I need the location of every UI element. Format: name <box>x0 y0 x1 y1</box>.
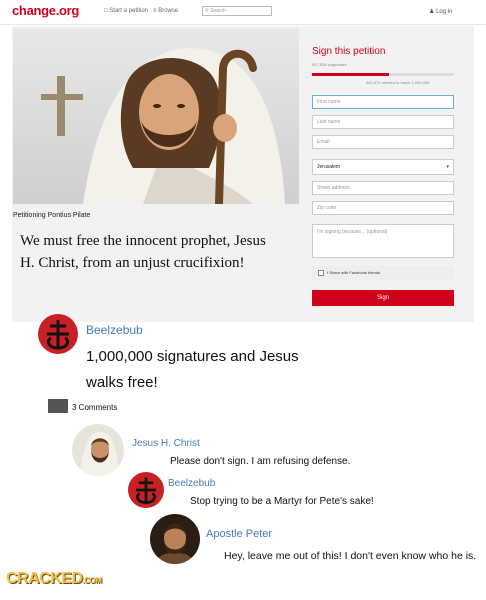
comment-author-beelzebub[interactable]: Beelzebub <box>168 478 215 489</box>
sigil-icon <box>46 320 70 350</box>
signature-progress-fill <box>312 73 389 76</box>
jesus-avatar <box>72 424 124 476</box>
city-select[interactable]: Jerusalem ▾ <box>312 159 454 175</box>
facebook-share-option[interactable]: f Share with Facebook friends <box>312 266 454 280</box>
first-name-field[interactable]: First name <box>312 95 454 109</box>
comment-bubble-icon <box>48 399 68 413</box>
signature-progress-bar <box>312 73 454 76</box>
beelzebub-comment-avatar <box>128 472 164 508</box>
petition-icon: □ <box>104 8 108 14</box>
zip-code-field[interactable]: Zip code <box>312 201 454 215</box>
sign-petition-heading: Sign this petition <box>312 46 386 57</box>
sign-button[interactable]: Sign <box>312 290 454 306</box>
cracked-watermark: CRACKED.COM <box>6 570 102 587</box>
list-icon: ≡ <box>153 8 157 14</box>
comment-text-peter: Hey, leave me out of this! I don't even … <box>224 550 477 562</box>
petition-target: Petitioning Pontius Pilate <box>13 212 91 219</box>
beelzebub-avatar <box>38 314 78 354</box>
site-logo[interactable]: change.org <box>12 3 79 18</box>
dropdown-caret-icon: ▾ <box>446 164 449 170</box>
user-icon: ♟ <box>429 9 435 15</box>
sigil-icon <box>136 477 156 504</box>
last-name-field[interactable]: Last name <box>312 115 454 129</box>
post-text: 1,000,000 signatures and Jesus walks fre… <box>86 348 299 391</box>
post-author[interactable]: Beelzebub <box>86 323 143 337</box>
signatures-needed: 462,472 needed to reach 1,000,000 <box>366 80 430 85</box>
search-icon: ⚲ <box>205 8 209 14</box>
search-input[interactable]: ⚲ Search <box>202 6 272 16</box>
email-field[interactable]: Email <box>312 135 454 149</box>
street-address-field[interactable]: Street address <box>312 181 454 195</box>
comment-text-jesus: Please don't sign. I am refusing defense… <box>170 456 351 467</box>
comment-text-beelzebub: Stop trying to be a Martyr for Pete's sa… <box>190 496 374 507</box>
login-link[interactable]: ♟ Log in <box>429 8 452 15</box>
share-checkbox[interactable] <box>318 269 324 276</box>
comment-count[interactable]: 3 Comments <box>72 403 117 412</box>
petition-photo <box>13 28 299 204</box>
reason-textarea[interactable]: I'm signing because... (optional) <box>312 224 454 258</box>
browse-link[interactable]: ≡ Browse <box>153 8 178 14</box>
comment-author-peter[interactable]: Apostle Peter <box>206 528 272 540</box>
supporters-count: 537,528 supporters <box>312 62 347 67</box>
peter-avatar <box>150 514 200 564</box>
comment-author-jesus[interactable]: Jesus H. Christ <box>132 438 200 449</box>
start-petition-link[interactable]: □ Start a petition <box>104 8 148 14</box>
petition-title: We must free the innocent prophet, Jesus… <box>20 233 266 271</box>
